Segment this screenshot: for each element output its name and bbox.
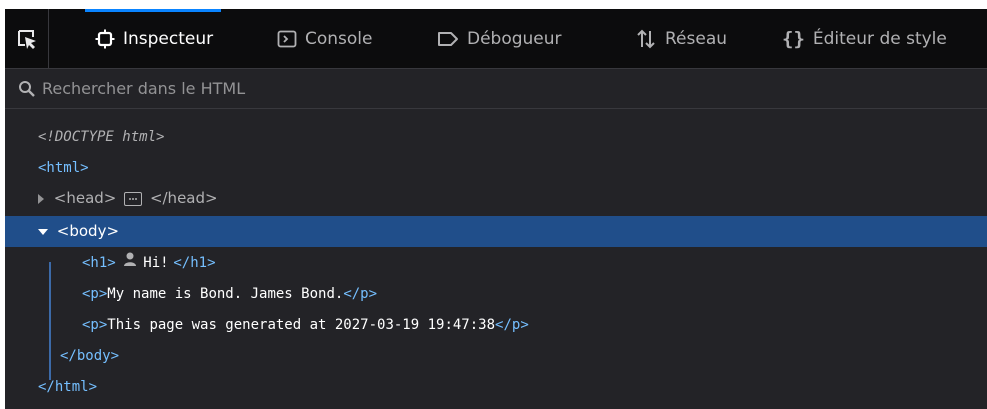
search-icon bbox=[18, 80, 36, 98]
head-open-tag: <head> bbox=[53, 189, 117, 207]
html-open-tag: <html> bbox=[38, 160, 89, 176]
p1-close-tag: </p> bbox=[343, 286, 378, 302]
node-html[interactable]: <html> bbox=[5, 152, 987, 183]
body-collapse-toggle[interactable] bbox=[38, 222, 52, 240]
tab-network-label: Réseau bbox=[665, 29, 728, 49]
h1-open-tag: <h1> bbox=[82, 255, 116, 271]
tab-console[interactable]: Console bbox=[277, 9, 373, 69]
console-icon bbox=[277, 29, 297, 49]
node-body[interactable]: <body> bbox=[5, 216, 987, 247]
tab-inspector-label: Inspecteur bbox=[123, 29, 214, 49]
devtools-toolbar: Inspecteur Console Débogueur Réseau {} É… bbox=[5, 9, 987, 69]
tab-console-label: Console bbox=[305, 29, 373, 49]
p1-open-tag: <p> bbox=[82, 286, 108, 302]
tab-debugger[interactable]: Débogueur bbox=[437, 9, 562, 69]
node-head[interactable]: <head> </head> bbox=[5, 183, 987, 214]
node-body-close[interactable]: </body> bbox=[5, 340, 987, 371]
element-picker-button[interactable] bbox=[5, 9, 49, 69]
network-icon bbox=[635, 28, 657, 50]
node-p-1[interactable]: <p>My name is Bond. James Bond.</p> bbox=[5, 278, 987, 309]
tab-style-editor[interactable]: {} Éditeur de style bbox=[782, 9, 947, 69]
node-p-2[interactable]: <p>This page was generated at 2027-03-19… bbox=[5, 309, 987, 340]
p1-text: My name is Bond. James Bond. bbox=[107, 286, 344, 302]
head-close-tag: </head> bbox=[149, 189, 218, 207]
tab-inspector[interactable]: Inspecteur bbox=[84, 9, 222, 69]
body-close-tag: </body> bbox=[60, 348, 120, 364]
body-open-tag: <body> bbox=[56, 222, 120, 240]
devtools-panel: Inspecteur Console Débogueur Réseau {} É… bbox=[5, 9, 987, 409]
debugger-icon bbox=[437, 29, 459, 49]
node-doctype[interactable]: <!DOCTYPE html> bbox=[5, 121, 987, 152]
html-search-bar bbox=[5, 69, 987, 109]
p2-open-tag: <p> bbox=[82, 317, 108, 333]
html-search-input[interactable] bbox=[42, 79, 642, 98]
node-h1[interactable]: <h1> Hi! </h1> bbox=[5, 247, 987, 278]
h1-text: Hi! bbox=[143, 255, 169, 271]
inspector-icon bbox=[95, 29, 115, 49]
p2-close-tag: </p> bbox=[495, 317, 529, 333]
collapsed-ellipsis-icon[interactable] bbox=[124, 191, 143, 206]
doctype-text: <!DOCTYPE html> bbox=[38, 129, 165, 145]
tab-network[interactable]: Réseau bbox=[635, 9, 727, 69]
element-picker-icon bbox=[17, 30, 36, 49]
html-close-tag: </html> bbox=[38, 379, 98, 395]
node-html-close[interactable]: </html> bbox=[5, 371, 987, 402]
style-editor-icon: {} bbox=[782, 28, 805, 50]
h1-close-tag: </h1> bbox=[173, 255, 216, 271]
tab-debugger-label: Débogueur bbox=[467, 29, 562, 49]
head-expand-toggle[interactable] bbox=[38, 189, 49, 207]
p2-text: This page was generated at 2027-03-19 19… bbox=[107, 317, 496, 333]
person-icon bbox=[123, 247, 137, 278]
tab-style-editor-label: Éditeur de style bbox=[812, 29, 947, 49]
